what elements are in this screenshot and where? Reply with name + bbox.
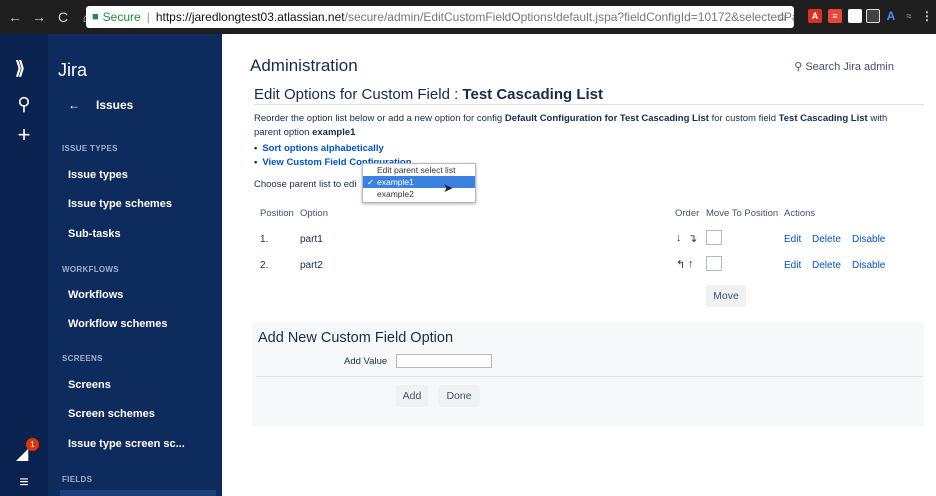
url-path: /secure/admin/EditCustomFieldOptions!def…	[344, 10, 794, 24]
column-header-order: Order	[675, 208, 700, 219]
move-button[interactable]: Move	[706, 285, 746, 307]
menu-icon[interactable]: ≡	[0, 474, 48, 492]
page-header-title: Administration	[250, 56, 358, 75]
search-icon: ⚲	[794, 61, 803, 73]
move-to-position-input[interactable]	[706, 230, 722, 245]
sidebar-item-screens[interactable]: Screens	[68, 379, 111, 391]
lock-icon: ■	[92, 11, 99, 23]
sidebar-item-workflow-schemes[interactable]: Workflow schemes	[68, 318, 167, 330]
adblock-extension-icon[interactable]: A	[808, 9, 822, 23]
mouse-cursor-icon: ➤	[443, 181, 454, 195]
move-to-top-icon[interactable]: ↰	[676, 258, 685, 271]
checkmark-icon: ✓	[367, 177, 375, 187]
column-header-position: Position	[260, 208, 294, 219]
sidebar-item-workflows[interactable]: Workflows	[68, 289, 123, 301]
jira-logo-icon[interactable]: ⟫	[15, 58, 25, 79]
global-nav: ⟫ ⚲ + ◢ 1 ≡	[0, 34, 48, 496]
browser-menu-icon[interactable]: ⋮	[920, 9, 934, 23]
sidebar-item-issue-type-screen-schemes[interactable]: Issue type screen sc...	[68, 438, 185, 450]
sidebar-item-issue-types[interactable]: Issue types	[68, 169, 128, 181]
create-plus-icon[interactable]: +	[0, 122, 48, 148]
row-option: part1	[300, 234, 323, 245]
url-host: https://jaredlongtest03.atlassian.net	[155, 10, 345, 24]
disable-link[interactable]: Disable	[852, 234, 885, 245]
browser-toolbar: ← → C ⌂ ■ Secure | https://jaredlongtest…	[0, 0, 936, 34]
search-jira-admin[interactable]: ⚲ Search Jira admin	[794, 60, 894, 73]
sidebar-item-issue-type-schemes[interactable]: Issue type schemes	[68, 198, 172, 210]
choose-parent-label: Choose parent list to edi	[254, 179, 357, 190]
move-to-bottom-icon[interactable]: ↴	[688, 232, 697, 245]
back-to-issues[interactable]: ← Issues	[68, 98, 133, 112]
dropdown-option-example1[interactable]: ✓ example1	[363, 176, 475, 188]
secure-label: Secure	[102, 10, 141, 24]
move-up-icon[interactable]: ↑	[688, 258, 694, 270]
add-button[interactable]: Add	[396, 385, 428, 407]
back-label: Issues	[96, 98, 134, 112]
section-workflows: WORKFLOWS	[62, 265, 119, 274]
desc-config: Default Configuration for Test Cascading…	[504, 113, 709, 124]
title-divider	[254, 104, 924, 105]
bookmark-star-icon[interactable]: ☆	[776, 9, 788, 25]
page-title-field: Test Cascading List	[462, 86, 604, 103]
main-content: Administration ⚲ Search Jira admin Edit O…	[222, 34, 936, 496]
section-fields: FIELDS	[62, 475, 93, 484]
delete-link[interactable]: Delete	[812, 234, 841, 245]
reload-icon[interactable]: C	[56, 9, 70, 25]
add-value-input[interactable]	[396, 354, 492, 368]
add-option-title: Add New Custom Field Option	[258, 330, 454, 346]
edit-link[interactable]: Edit	[784, 260, 801, 271]
disable-link[interactable]: Disable	[852, 260, 885, 271]
move-down-icon[interactable]: ↓	[676, 232, 682, 244]
notifications[interactable]: ◢ 1	[16, 438, 39, 464]
column-header-actions: Actions	[784, 208, 816, 219]
move-to-position-input[interactable]	[706, 256, 722, 271]
sidebar-item-sub-tasks[interactable]: Sub-tasks	[68, 228, 121, 240]
desc-text: for custom field	[708, 113, 779, 124]
address-bar[interactable]: ■ Secure | https://jaredlongtest03.atlas…	[86, 6, 794, 28]
admin-sidebar: Jira ← Issues ISSUE TYPES Issue types Is…	[48, 34, 222, 496]
column-header-move-to: Move To Position	[706, 208, 779, 219]
dropdown-option-label: example1	[377, 177, 414, 187]
row-position: 2.	[260, 260, 269, 271]
edit-link[interactable]: Edit	[784, 234, 801, 245]
page-title: Edit Options for Custom Field : Test Cas…	[254, 86, 603, 103]
add-value-label: Add Value	[344, 356, 388, 367]
address-separator: |	[146, 10, 150, 24]
extension-icon[interactable]: ≡	[828, 9, 842, 23]
extension-wifi-icon[interactable]: ≈	[902, 9, 916, 23]
delete-link[interactable]: Delete	[812, 260, 841, 271]
sidebar-item-screen-schemes[interactable]: Screen schemes	[68, 408, 155, 420]
row-position: 1.	[260, 234, 269, 245]
section-issue-types: ISSUE TYPES	[62, 144, 118, 153]
extension-a-icon[interactable]: A	[884, 9, 898, 23]
left-arrow-icon: ←	[68, 98, 80, 112]
dropdown-option-example2[interactable]: example2	[363, 188, 475, 200]
form-divider	[256, 376, 922, 377]
notification-badge: 1	[26, 438, 39, 451]
forward-arrow-icon[interactable]: →	[32, 9, 46, 25]
done-button[interactable]: Done	[438, 385, 480, 407]
desc-field: Test Cascading List	[778, 113, 868, 124]
product-name: Jira	[58, 60, 88, 80]
desc-parent: example1	[312, 127, 356, 138]
sidebar-selected-item[interactable]	[60, 490, 216, 496]
column-header-option: Option	[300, 208, 328, 219]
parent-list-dropdown[interactable]: Edit parent select list ✓ example1 examp…	[362, 163, 476, 203]
desc-text: Reorder the option list below or add a n…	[254, 113, 505, 124]
page-title-prefix: Edit Options for Custom Field :	[254, 86, 463, 103]
page-description: Reorder the option list below or add a n…	[254, 112, 894, 140]
back-arrow-icon[interactable]: ←	[8, 9, 22, 25]
search-icon[interactable]: ⚲	[0, 94, 48, 115]
extension-screen-icon[interactable]	[866, 9, 880, 23]
extension-folder-icon[interactable]	[848, 9, 862, 23]
dropdown-header: Edit parent select list	[377, 165, 456, 175]
sort-alphabetically-link[interactable]: Sort options alphabetically	[254, 142, 412, 156]
row-option: part2	[300, 260, 323, 271]
dropdown-option-label: example2	[377, 189, 414, 199]
section-screens: SCREENS	[62, 354, 103, 363]
browser-nav: ← → C ⌂	[0, 9, 94, 25]
search-label: Search Jira admin	[805, 61, 894, 73]
